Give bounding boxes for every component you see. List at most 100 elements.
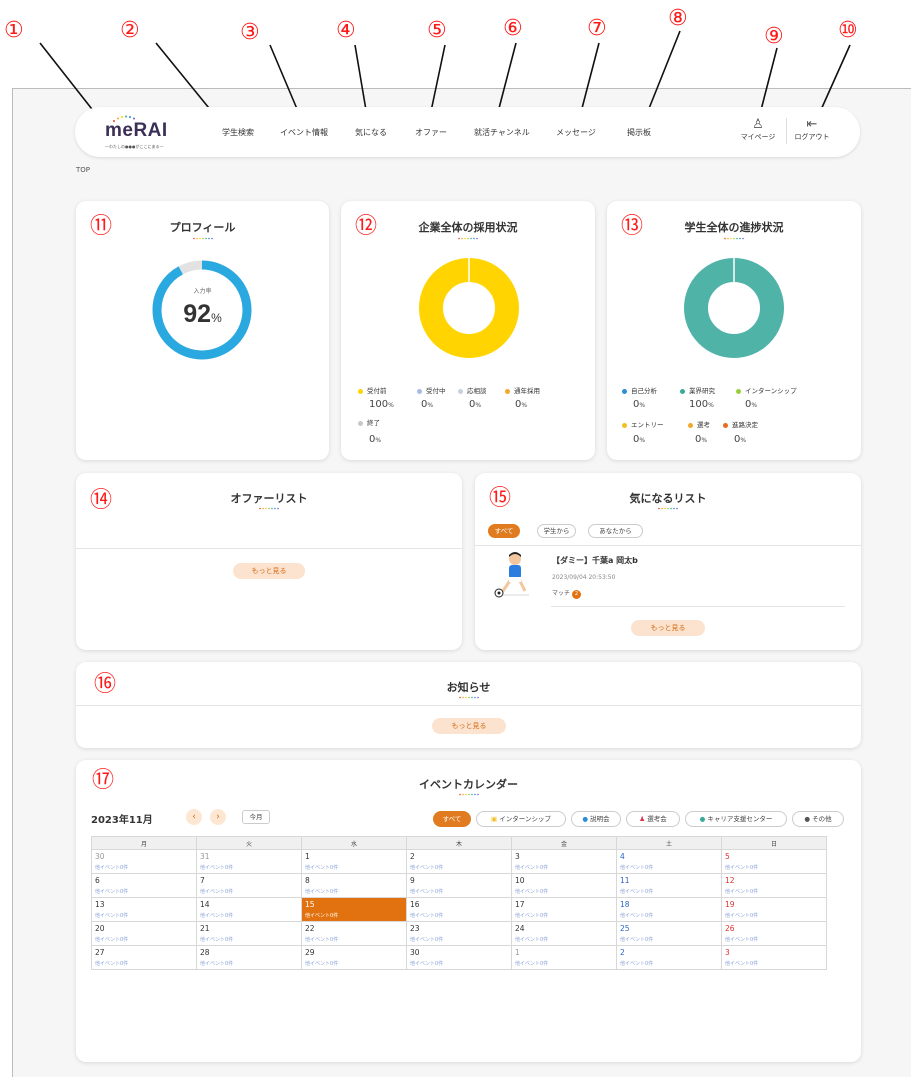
tab-all[interactable]: すべて — [488, 524, 520, 538]
calendar-day-cell[interactable]: 28 他イベント0件 — [196, 945, 302, 970]
calendar-day-cell[interactable]: 25 他イベント0件 — [616, 921, 722, 946]
calendar-event-count[interactable]: 他イベント0件 — [515, 912, 613, 919]
calendar-event-count[interactable]: 他イベント0件 — [305, 864, 403, 871]
calendar-event-count[interactable]: 他イベント0件 — [200, 936, 298, 943]
calendar-day-cell[interactable]: 21 他イベント0件 — [196, 921, 302, 946]
nav-offers[interactable]: オファー — [415, 127, 447, 138]
filter-selection[interactable]: ♟ 選考会 — [626, 811, 680, 827]
calendar-event-count[interactable]: 他イベント0件 — [95, 912, 193, 919]
calendar-day-cell[interactable]: 29 他イベント0件 — [301, 945, 407, 970]
calendar-day-cell[interactable]: 23 他イベント0件 — [406, 921, 512, 946]
calendar-event-count[interactable]: 他イベント0件 — [725, 960, 823, 967]
calendar-event-count[interactable]: 他イベント0件 — [725, 864, 823, 871]
calendar-event-count[interactable]: 他イベント0件 — [410, 936, 508, 943]
calendar-event-count[interactable]: 他イベント0件 — [515, 864, 613, 871]
calendar-day-cell[interactable]: 22 他イベント0件 — [301, 921, 407, 946]
calendar-event-count[interactable]: 他イベント0件 — [305, 912, 403, 919]
calendar-day-cell[interactable]: 5 他イベント0件 — [721, 849, 827, 874]
calendar-day-cell[interactable]: 2 他イベント0件 — [406, 849, 512, 874]
calendar-event-count[interactable]: 他イベント0件 — [410, 960, 508, 967]
calendar-day-cell[interactable]: 16 他イベント0件 — [406, 897, 512, 922]
calendar-event-count[interactable]: 他イベント0件 — [620, 912, 718, 919]
calendar-event-count[interactable]: 他イベント0件 — [620, 888, 718, 895]
calendar-event-count[interactable]: 他イベント0件 — [200, 864, 298, 871]
calendar-event-count[interactable]: 他イベント0件 — [95, 960, 193, 967]
calendar-day-cell[interactable]: 1 他イベント0件 — [301, 849, 407, 874]
calendar-event-count[interactable]: 他イベント0件 — [305, 888, 403, 895]
calendar-day-cell[interactable]: 30 他イベント0件 — [91, 849, 197, 874]
calendar-day-cell[interactable]: 6 他イベント0件 — [91, 873, 197, 898]
calendar-event-count[interactable]: 他イベント0件 — [305, 960, 403, 967]
calendar-day-cell[interactable]: 20 他イベント0件 — [91, 921, 197, 946]
calendar-day-cell[interactable]: 3 他イベント0件 — [511, 849, 617, 874]
calendar-event-count[interactable]: 他イベント0件 — [200, 912, 298, 919]
calendar-day-cell[interactable]: 14 他イベント0件 — [196, 897, 302, 922]
calendar-day-cell[interactable]: 18 他イベント0件 — [616, 897, 722, 922]
calendar-day-cell[interactable]: 11 他イベント0件 — [616, 873, 722, 898]
calendar-day-cell[interactable]: 15 他イベント0件 — [301, 897, 407, 922]
calendar-day-cell[interactable]: 8 他イベント0件 — [301, 873, 407, 898]
calendar-event-count[interactable]: 他イベント0件 — [305, 936, 403, 943]
calendar-day-cell[interactable]: 19 他イベント0件 — [721, 897, 827, 922]
calendar-event-count[interactable]: 他イベント0件 — [725, 936, 823, 943]
breadcrumb[interactable]: TOP — [76, 166, 90, 174]
logout-button[interactable]: ⇤ ログアウト — [792, 118, 832, 142]
next-month-button[interactable]: › — [210, 809, 226, 825]
calendar-event-count[interactable]: 他イベント0件 — [620, 936, 718, 943]
favorite-student-name[interactable]: 【ダミー】千葉a 岡太b — [552, 555, 638, 566]
calendar-event-count[interactable]: 他イベント0件 — [410, 912, 508, 919]
nav-messages[interactable]: メッセージ — [556, 127, 596, 138]
calendar-day-cell[interactable]: 7 他イベント0件 — [196, 873, 302, 898]
calendar-day-cell[interactable]: 24 他イベント0件 — [511, 921, 617, 946]
filter-career-center[interactable]: ● キャリア支援センター — [685, 811, 787, 827]
favorites-more-button[interactable]: もっと見る — [631, 620, 705, 636]
nav-student-search[interactable]: 学生検索 — [222, 127, 254, 138]
calendar-event-count[interactable]: 他イベント0件 — [95, 888, 193, 895]
nav-favorites[interactable]: 気になる — [355, 127, 387, 138]
news-more-button[interactable]: もっと見る — [432, 718, 506, 734]
calendar-event-count[interactable]: 他イベント0件 — [200, 960, 298, 967]
filter-all[interactable]: すべて — [433, 811, 471, 827]
nav-bulletin-board[interactable]: 掲示板 — [627, 127, 651, 138]
calendar-event-count[interactable]: 他イベント0件 — [95, 864, 193, 871]
tab-from-you[interactable]: あなたから — [588, 524, 643, 538]
calendar-event-count[interactable]: 他イベント0件 — [410, 864, 508, 871]
weekday-fri: 金 — [511, 836, 617, 850]
calendar-event-count[interactable]: 他イベント0件 — [95, 936, 193, 943]
calendar-event-count[interactable]: 他イベント0件 — [410, 888, 508, 895]
calendar-day-cell[interactable]: 17 他イベント0件 — [511, 897, 617, 922]
filter-info-session[interactable]: ● 説明会 — [571, 811, 621, 827]
calendar-day-cell[interactable]: 26 他イベント0件 — [721, 921, 827, 946]
mypage-button[interactable]: ♙ マイページ — [738, 118, 778, 142]
calendar-event-count[interactable]: 他イベント0件 — [620, 864, 718, 871]
prev-month-button[interactable]: ‹ — [186, 809, 202, 825]
calendar-day-cell[interactable]: 13 他イベント0件 — [91, 897, 197, 922]
calendar-grid: 月 火 水 木 金 土 日 30 他イベント0件 31 他イベント0件 1 他イベント0件… — [91, 836, 827, 970]
calendar-event-count[interactable]: 他イベント0件 — [725, 912, 823, 919]
filter-internship[interactable]: ▣ インターンシップ — [476, 811, 566, 827]
calendar-day-cell[interactable]: 4 他イベント0件 — [616, 849, 722, 874]
calendar-event-count[interactable]: 他イベント0件 — [200, 888, 298, 895]
calendar-day-cell[interactable]: 12 他イベント0件 — [721, 873, 827, 898]
calendar-event-count[interactable]: 他イベント0件 — [515, 936, 613, 943]
calendar-day-cell[interactable]: 2 他イベント0件 — [616, 945, 722, 970]
calendar-day-cell[interactable]: 3 他イベント0件 — [721, 945, 827, 970]
calendar-day-cell[interactable]: 9 他イベント0件 — [406, 873, 512, 898]
nav-job-channel[interactable]: 就活チャンネル — [474, 127, 530, 138]
calendar-event-count[interactable]: 他イベント0件 — [725, 888, 823, 895]
offer-more-button[interactable]: もっと見る — [233, 563, 305, 579]
merai-logo[interactable]: meRAI —わたしの●●●がここにある— — [105, 114, 177, 150]
calendar-event-count[interactable]: 他イベント0件 — [620, 960, 718, 967]
calendar-event-count[interactable]: 他イベント0件 — [515, 888, 613, 895]
this-month-button[interactable]: 今月 — [242, 810, 270, 824]
tab-from-students[interactable]: 学生から — [537, 524, 576, 538]
calendar-day-cell[interactable]: 1 他イベント0件 — [511, 945, 617, 970]
calendar-day-cell[interactable]: 27 他イベント0件 — [91, 945, 197, 970]
calendar-day-cell[interactable]: 31 他イベント0件 — [196, 849, 302, 874]
calendar-day-cell[interactable]: 10 他イベント0件 — [511, 873, 617, 898]
annotation-1: ① — [4, 18, 24, 43]
calendar-day-cell[interactable]: 30 他イベント0件 — [406, 945, 512, 970]
calendar-event-count[interactable]: 他イベント0件 — [515, 960, 613, 967]
nav-event-info[interactable]: イベント情報 — [280, 127, 328, 138]
filter-other[interactable]: ● その他 — [792, 811, 844, 827]
